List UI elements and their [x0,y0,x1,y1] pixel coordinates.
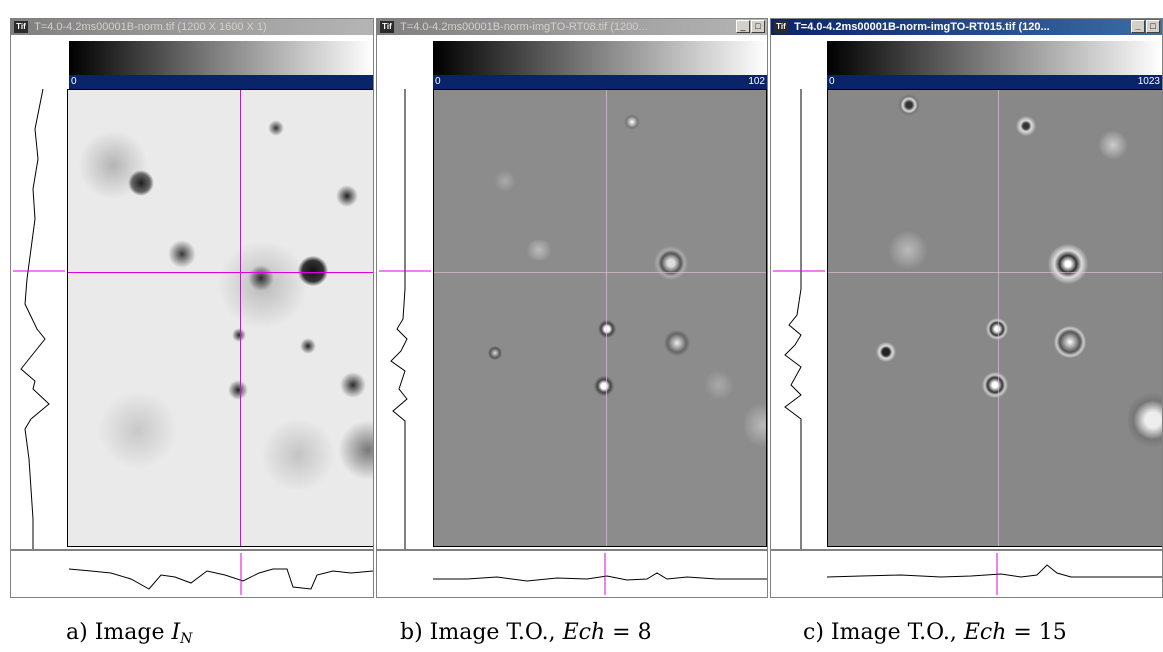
lut-max-b: 102 [748,76,765,87]
horizontal-profile-c [771,549,1162,595]
tiff-icon: Tif [14,21,28,33]
vertical-profile-b [379,89,431,549]
image-window-c[interactable]: Tif T=4.0-4.2ms00001B-norm-imgTO-RT015.t… [770,18,1163,598]
title-bar-c[interactable]: Tif T=4.0-4.2ms00001B-norm-imgTO-RT015.t… [771,19,1162,35]
window-title-b: T=4.0-4.2ms00001B-norm-imgTO-RT08.tif (1… [400,21,648,33]
caption-b: b) Image T.O., Ech = 8 [400,620,652,645]
lut-min-a: 0 [71,76,77,87]
vertical-profile-c [773,89,825,549]
lut-gradient-a [69,41,373,75]
lut-scale-bar-a: 0 [69,75,373,89]
lut-gradient-c [827,41,1162,75]
window-title-c: T=4.0-4.2ms00001B-norm-imgTO-RT015.tif (… [794,21,1050,33]
caption-c: c) Image T.O., Ech = 15 [803,620,1067,645]
tiff-icon: Tif [774,21,788,33]
minimize-button-c[interactable]: _ [1131,20,1145,33]
image-canvas-c[interactable] [827,89,1162,547]
image-window-b[interactable]: Tif T=4.0-4.2ms00001B-norm-imgTO-RT08.ti… [376,18,768,598]
lut-gradient-b [433,41,767,75]
title-bar-b[interactable]: Tif T=4.0-4.2ms00001B-norm-imgTO-RT08.ti… [377,19,767,35]
maximize-button-b[interactable]: □ [751,20,765,33]
title-bar-a[interactable]: Tif T=4.0-4.2ms00001B-norm.tif (1200 X 1… [11,19,373,35]
horizontal-profile-b [377,549,767,595]
lut-min-b: 0 [435,76,441,87]
maximize-button-c[interactable]: □ [1146,20,1160,33]
vertical-profile-a [13,89,65,549]
image-canvas-b[interactable] [433,89,767,547]
image-canvas-a[interactable] [67,89,373,547]
lut-min-c: 0 [829,76,835,87]
horizontal-profile-a [11,549,373,595]
lut-scale-bar-b: 0 102 [433,75,767,89]
caption-a: a) Image IN [66,620,193,647]
tiff-icon: Tif [380,21,394,33]
window-title-a: T=4.0-4.2ms00001B-norm.tif (1200 X 1600 … [34,21,267,33]
lut-max-c: 1023 [1137,76,1160,87]
lut-scale-bar-c: 0 1023 [827,75,1162,89]
minimize-button-b[interactable]: _ [736,20,750,33]
image-window-a[interactable]: Tif T=4.0-4.2ms00001B-norm.tif (1200 X 1… [10,18,374,598]
